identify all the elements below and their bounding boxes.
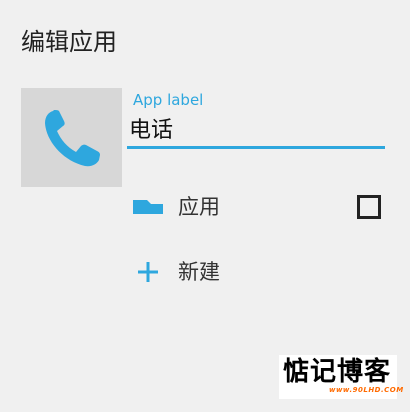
app-label-input[interactable]: 电话 <box>129 116 173 146</box>
plus-icon <box>128 252 168 292</box>
apps-folder-row[interactable]: 应用 <box>128 187 388 227</box>
new-folder-label: 新建 <box>178 260 220 284</box>
folder-icon <box>128 187 168 227</box>
apps-folder-checkbox[interactable] <box>357 195 381 219</box>
watermark-logo: 惦记博客 www.90LHD.COM <box>279 355 403 399</box>
new-folder-row[interactable]: 新建 <box>128 252 388 292</box>
app-label-hint: App label <box>133 91 204 109</box>
app-label-field[interactable]: App label 电话 <box>127 90 385 152</box>
dialog-title: 编辑应用 <box>21 28 117 56</box>
field-underline <box>127 146 385 149</box>
phone-icon <box>44 109 100 166</box>
app-icon-button[interactable] <box>21 88 122 187</box>
edit-app-dialog: 编辑应用 App label 电话 应用 新建 惦记博客 www.90LHD.C… <box>0 0 410 412</box>
apps-folder-label: 应用 <box>178 195 220 219</box>
watermark-url: www.90LHD.COM <box>329 386 404 394</box>
watermark-title: 惦记博客 <box>283 357 392 387</box>
